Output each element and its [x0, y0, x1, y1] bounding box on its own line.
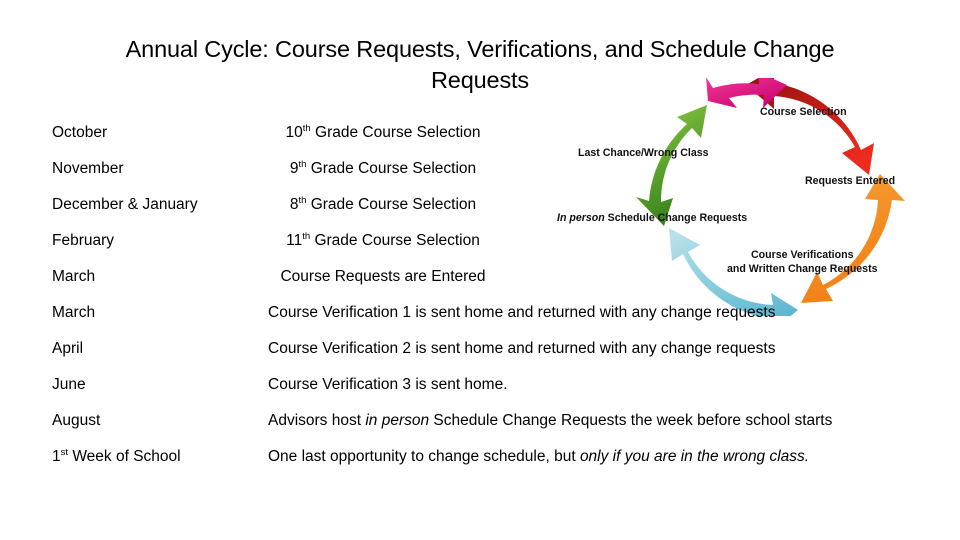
- slide-canvas: Annual Cycle: Course Requests, Verificat…: [0, 0, 960, 540]
- row-description: 8th Grade Course Selection: [268, 194, 498, 216]
- row-month: February: [52, 232, 115, 249]
- row-desc-italic: only if you are in the wrong class.: [579, 448, 810, 465]
- row-month: October: [52, 124, 108, 141]
- row-month: March: [52, 304, 96, 321]
- row-month-ordinal-suffix: st: [60, 446, 69, 458]
- row-desc-rest: Grade Course Selection: [306, 160, 477, 177]
- row-ordinal: 11: [286, 232, 303, 249]
- row-description: Course Requests are Entered: [280, 268, 486, 285]
- row-description: 9th Grade Course Selection: [268, 158, 498, 180]
- table-row: March Course Verification 1 is sent home…: [0, 302, 960, 338]
- row-description: Advisors host in person Schedule Change …: [268, 410, 928, 432]
- row-description: Course Verification 3 is sent home.: [268, 376, 508, 393]
- table-row: December & January 8th Grade Course Sele…: [0, 194, 960, 230]
- row-ordinal-suffix: th: [302, 230, 311, 242]
- cycle-label-last-chance: Last Chance/Wrong Class: [578, 147, 709, 159]
- cycle-label-schedule-changes-rest: Schedule Change Requests: [604, 212, 748, 224]
- cycle-label-schedule-changes: In person Schedule Change Requests: [557, 212, 747, 226]
- row-month-rest: Week of School: [68, 448, 181, 465]
- row-desc-prefix: One last opportunity to change schedule,…: [268, 448, 580, 465]
- table-row: June Course Verification 3 is sent home.: [0, 374, 960, 410]
- row-desc-italic: in person: [365, 412, 430, 429]
- row-month: August: [52, 412, 101, 429]
- row-description: 11th Grade Course Selection: [268, 230, 498, 252]
- row-description: 10th Grade Course Selection: [268, 122, 498, 144]
- row-month: March: [52, 268, 96, 285]
- cycle-label-course-selection: Course Selection: [760, 106, 847, 118]
- row-month: 1st Week of School: [52, 446, 267, 468]
- row-desc-rest: Grade Course Selection: [310, 124, 481, 141]
- row-desc-rest: Schedule Change Requests the week before…: [429, 412, 833, 429]
- row-desc-rest: Grade Course Selection: [306, 196, 477, 213]
- row-desc-prefix: Advisors host: [268, 412, 366, 429]
- cycle-label-course-verifications: Course Verifications and Written Change …: [727, 249, 878, 275]
- row-month: December & January: [52, 196, 198, 213]
- row-desc-rest: Grade Course Selection: [310, 232, 480, 249]
- row-month: November: [52, 160, 124, 177]
- row-description: Course Verification 2 is sent home and r…: [268, 340, 776, 357]
- row-ordinal-suffix: th: [302, 122, 311, 134]
- row-month: June: [52, 376, 86, 393]
- table-row: April Course Verification 2 is sent home…: [0, 338, 960, 374]
- page-title: Annual Cycle: Course Requests, Verificat…: [125, 36, 835, 93]
- row-month-ordinal: 1: [52, 448, 61, 465]
- table-row: August Advisors host in person Schedule …: [0, 410, 960, 446]
- row-description: Course Verification 1 is sent home and r…: [268, 304, 776, 321]
- cycle-label-requests-entered: Requests Entered: [805, 175, 896, 187]
- row-ordinal: 10: [285, 124, 303, 141]
- row-description: One last opportunity to change schedule,…: [268, 446, 928, 468]
- table-row: October 10th Grade Course Selection: [0, 122, 960, 158]
- row-month: April: [52, 340, 84, 357]
- table-row: 1st Week of School One last opportunity …: [0, 446, 960, 482]
- cycle-label-schedule-changes-italic: In person: [557, 212, 605, 224]
